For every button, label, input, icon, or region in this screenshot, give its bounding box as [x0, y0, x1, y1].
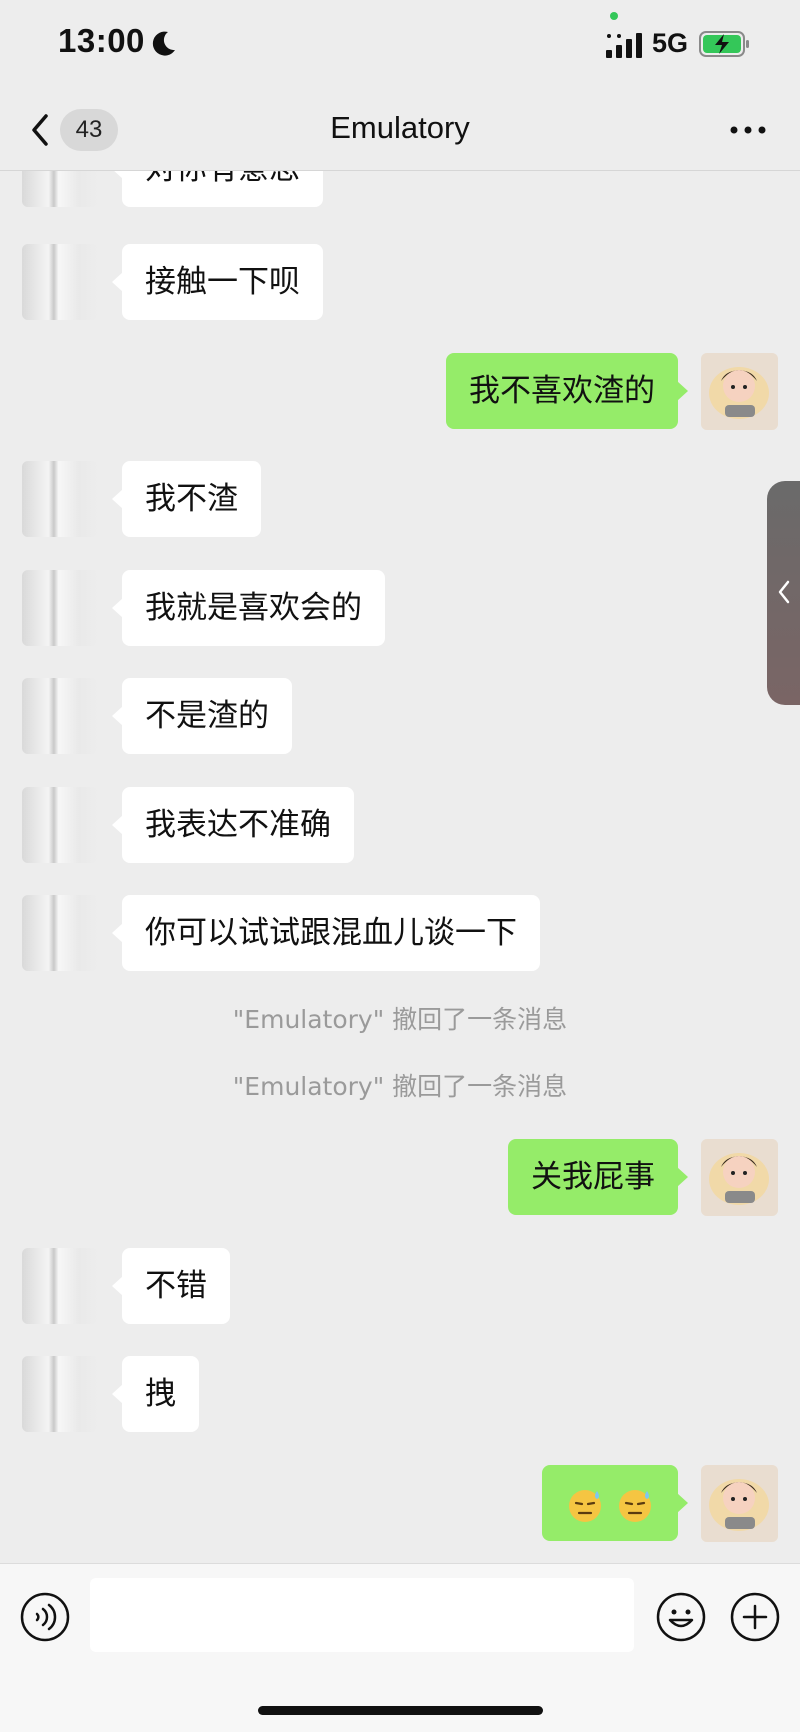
- smile-icon[interactable]: [655, 1591, 707, 1643]
- input-bar: [0, 1563, 800, 1732]
- message-bubble[interactable]: 我就是喜欢会的: [112, 570, 385, 646]
- contact-avatar[interactable]: [22, 1356, 98, 1432]
- chat-header: 43 Emulatory: [0, 92, 800, 171]
- contact-avatar[interactable]: [22, 244, 98, 320]
- contact-avatar[interactable]: [22, 570, 98, 646]
- my-avatar[interactable]: [701, 1465, 778, 1542]
- plus-icon[interactable]: [729, 1591, 781, 1643]
- my-avatar[interactable]: [701, 1139, 778, 1216]
- message-bubble[interactable]: 我不渣: [112, 461, 261, 537]
- message-bubble[interactable]: 我表达不准确: [112, 787, 354, 863]
- privacy-indicator-dot: [610, 12, 618, 20]
- contact-avatar[interactable]: [22, 1248, 98, 1324]
- recall-notice: "Emulatory" 撤回了一条消息: [232, 1005, 568, 1034]
- contact-avatar[interactable]: [22, 461, 98, 537]
- recall-notice: "Emulatory" 撤回了一条消息: [232, 1072, 568, 1101]
- contact-avatar[interactable]: [22, 678, 98, 754]
- moon-icon: [152, 31, 175, 56]
- message-list[interactable]: 对你有意思 接触一下呗 我不喜欢渣的 我不渣 我就是喜欢会的 不是渣的 我表达不…: [0, 171, 800, 1561]
- message-bubble[interactable]: 我不喜欢渣的: [446, 353, 688, 429]
- contact-avatar[interactable]: [22, 171, 98, 207]
- home-indicator: [258, 1706, 543, 1715]
- message-input[interactable]: [90, 1578, 634, 1652]
- battery-charging-icon: [699, 31, 749, 57]
- network-type: 5G: [652, 28, 689, 58]
- message-bubble[interactable]: 对你有意思: [112, 171, 323, 207]
- contact-avatar[interactable]: [22, 895, 98, 971]
- message-bubble[interactable]: 拽: [112, 1356, 199, 1432]
- floating-side-tab[interactable]: [767, 481, 800, 705]
- chevron-left-icon: [778, 580, 790, 604]
- status-bar: 13:00 5G: [0, 0, 800, 92]
- signal-icon: [606, 33, 642, 58]
- my-avatar[interactable]: [701, 353, 778, 430]
- message-bubble[interactable]: 关我屁事: [508, 1139, 688, 1215]
- status-time: 13:00: [58, 22, 145, 59]
- message-bubble[interactable]: 不错: [112, 1248, 230, 1324]
- chat-title: Emulatory: [330, 110, 470, 145]
- voice-icon[interactable]: [19, 1591, 71, 1643]
- message-bubble[interactable]: 你可以试试跟混血儿谈一下: [112, 895, 540, 971]
- message-bubble[interactable]: [542, 1465, 688, 1541]
- message-bubble[interactable]: 接触一下呗: [112, 244, 323, 320]
- message-bubble[interactable]: 不是渣的: [112, 678, 292, 754]
- contact-avatar[interactable]: [22, 787, 98, 863]
- downcast-sweat-face-icon: [619, 1489, 651, 1522]
- downcast-sweat-face-icon: [569, 1489, 602, 1522]
- more-dots-icon[interactable]: [728, 122, 768, 138]
